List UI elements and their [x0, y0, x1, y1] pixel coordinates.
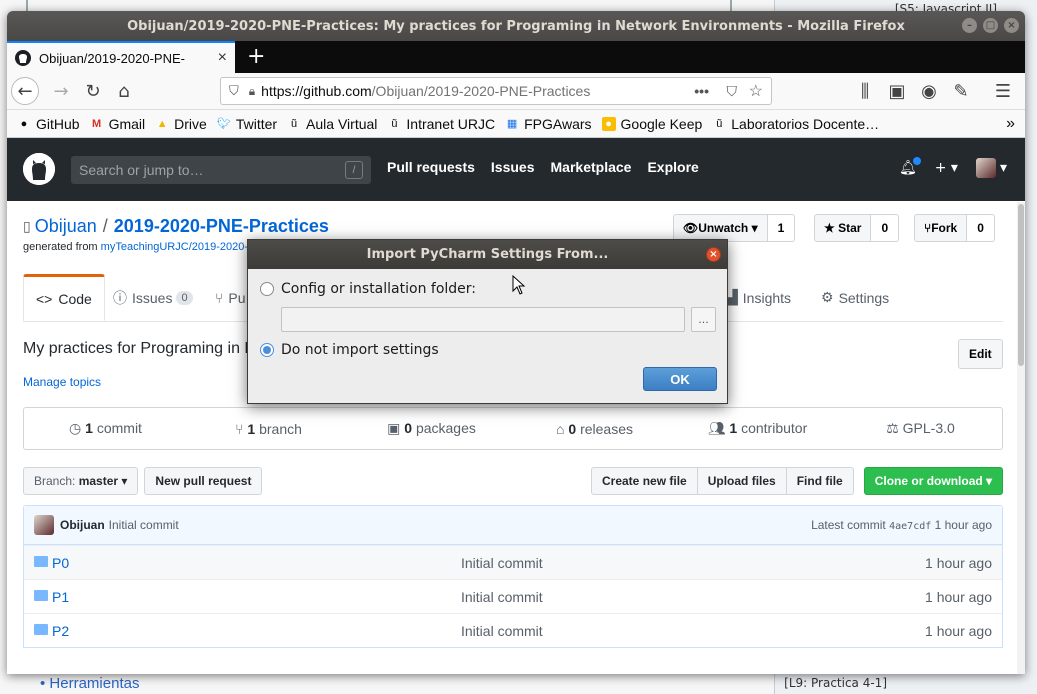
url-path: /Obijuan/2019-2020-PNE-Practices — [371, 83, 591, 99]
bookmark-label: Aula Virtual — [306, 115, 378, 132]
user-menu-dropdown[interactable]: ▾ — [975, 158, 1007, 178]
ok-button[interactable]: OK — [643, 367, 717, 391]
gmail-icon: M — [91, 117, 102, 130]
maximize-button[interactable]: □ — [983, 18, 998, 33]
bookmark-google-keep[interactable]: ● Google Keep — [601, 115, 703, 132]
back-button[interactable]: ← — [11, 77, 39, 105]
bookmark-drive[interactable]: ▲ Drive — [155, 116, 207, 132]
background-link-label[interactable]: Herramientas — [49, 675, 139, 692]
keep-icon: ● — [601, 116, 616, 131]
urjc-icon: ũ — [716, 117, 723, 130]
bookmark-label: FPGAwars — [524, 115, 592, 132]
dialog-titlebar[interactable]: Import PyCharm Settings From... × — [248, 240, 727, 269]
url-bar[interactable]: ⛉ 🔒︎ https://github.com/Obijuan/2019-202… — [220, 77, 772, 105]
new-tab-button[interactable]: + — [247, 44, 265, 69]
import-settings-dialog: Import PyCharm Settings From... × Config… — [247, 239, 728, 404]
do-not-import-radio[interactable] — [260, 343, 274, 357]
nav-explore[interactable]: Explore — [647, 159, 698, 175]
bookmark-label: Google Keep — [620, 115, 703, 132]
page-actions-icon[interactable]: ••• — [694, 83, 709, 99]
nav-pull-requests[interactable]: Pull requests — [387, 159, 475, 175]
browser-tab[interactable]: Obijuan/2019-2020-PNE- × — [7, 41, 235, 73]
avatar — [975, 158, 996, 178]
url-host: https://github.com — [261, 83, 372, 99]
bookmark-gmail[interactable]: M Gmail — [90, 115, 146, 132]
bookmark-label: Intranet URJC — [406, 115, 496, 132]
mouse-cursor-icon — [512, 275, 526, 295]
browse-button[interactable]: ... — [691, 307, 716, 332]
github-icon: ● — [20, 117, 28, 130]
bookmark-aula-virtual[interactable]: ũ Aula Virtual — [287, 116, 377, 132]
bookmark-twitter[interactable]: 🐦︎ Twitter — [217, 116, 277, 132]
nav-issues[interactable]: Issues — [491, 159, 535, 175]
dialog-title: Import PyCharm Settings From... — [366, 247, 609, 262]
github-favicon-icon — [15, 50, 31, 66]
twitter-icon: 🐦︎ — [216, 118, 231, 130]
bookmark-label: Twitter — [235, 115, 278, 132]
folder-path-input[interactable] — [281, 307, 685, 332]
menu-icon[interactable]: ☰ — [989, 77, 1017, 105]
search-shortcut-badge: / — [345, 161, 363, 179]
search-placeholder: Search or jump to… — [79, 162, 204, 178]
background-link[interactable]: • Herramientas — [40, 675, 139, 692]
bookmarks-overflow-icon[interactable]: » — [1006, 115, 1015, 133]
notification-dot — [911, 156, 922, 166]
library-icon[interactable]: ⫼ — [851, 77, 879, 105]
bookmark-label: Gmail — [108, 115, 146, 132]
forward-button[interactable]: → — [47, 77, 75, 105]
pocket-icon[interactable]: ⛉ — [727, 83, 738, 100]
toolbar-right: ⫼ ▣ ◉ ✎ ☰ — [851, 77, 1017, 105]
github-search-input[interactable]: Search or jump to… / — [71, 156, 371, 184]
bookmark-github[interactable]: ● GitHub — [17, 116, 80, 132]
option-config-folder[interactable]: Config or installation folder: — [260, 281, 476, 297]
bookmark-star-icon[interactable]: ☆ — [749, 81, 763, 101]
github-nav: Pull requests Issues Marketplace Explore — [387, 159, 699, 175]
bookmark-fpgawars[interactable]: ▦ FPGAwars — [505, 115, 592, 132]
window-title: Obijuan/2019-2020-PNE-Practices: My prac… — [127, 18, 905, 34]
bookmark-label: Laboratorios Docente… — [731, 115, 880, 132]
fpgawars-icon: ▦ — [506, 118, 518, 130]
tab-title: Obijuan/2019-2020-PNE- — [39, 50, 185, 66]
extension-icon[interactable]: ✎ — [947, 77, 975, 105]
create-new-dropdown[interactable]: + ▾ — [935, 160, 958, 176]
account-icon[interactable]: ◉ — [915, 77, 943, 105]
nav-marketplace[interactable]: Marketplace — [551, 159, 632, 175]
tab-close-icon[interactable]: × — [218, 49, 227, 67]
bookmark-intranet-urjc[interactable]: ũ Intranet URJC — [387, 116, 495, 132]
github-logo-icon[interactable] — [23, 153, 55, 185]
bookmark-label: GitHub — [36, 115, 80, 132]
bookmark-label: Drive — [174, 115, 207, 132]
sidebar-icon[interactable]: ▣ — [883, 77, 911, 105]
scrollbar-thumb[interactable] — [1018, 204, 1024, 366]
background-item: [L9: Practica 4-1] — [784, 676, 887, 690]
urjc-icon: ũ — [290, 117, 298, 130]
drive-icon: ▲ — [156, 117, 168, 130]
do-not-import-label[interactable]: Do not import settings — [281, 342, 439, 358]
bookmark-laboratorios[interactable]: ũ Laboratorios Docente… — [712, 116, 879, 132]
home-button[interactable]: ⌂ — [110, 77, 138, 105]
config-folder-label[interactable]: Config or installation folder: — [281, 281, 476, 297]
github-header: Search or jump to… / Pull requests Issue… — [7, 138, 1025, 201]
config-folder-radio[interactable] — [260, 282, 274, 296]
window-titlebar[interactable]: Obijuan/2019-2020-PNE-Practices: My prac… — [7, 11, 1025, 41]
github-header-right: 🔔︎ + ▾ ▾ — [899, 156, 1007, 178]
minimize-button[interactable]: – — [962, 18, 977, 33]
notifications-bell-icon[interactable]: 🔔︎ — [899, 156, 922, 176]
close-window-button[interactable]: × — [1004, 18, 1019, 33]
dialog-close-button[interactable]: × — [706, 247, 721, 262]
tab-strip: Obijuan/2019-2020-PNE- × + — [7, 41, 1025, 73]
navigation-toolbar: ← → ↻ ⌂ ⛉ 🔒︎ https://github.com/Obijuan/… — [7, 73, 1025, 110]
page-scrollbar[interactable] — [1017, 202, 1025, 674]
option-do-not-import[interactable]: Do not import settings — [260, 342, 439, 358]
bookmarks-toolbar: ● GitHub M Gmail ▲ Drive 🐦︎ Twitter ũ Aula Vi… — [7, 110, 1025, 138]
window-controls: – □ × — [962, 18, 1019, 33]
shield-icon[interactable]: ⛉ — [229, 83, 239, 99]
urjc-icon: ũ — [391, 117, 398, 130]
reload-button[interactable]: ↻ — [79, 77, 107, 105]
lock-icon[interactable]: 🔒︎ — [249, 84, 255, 99]
